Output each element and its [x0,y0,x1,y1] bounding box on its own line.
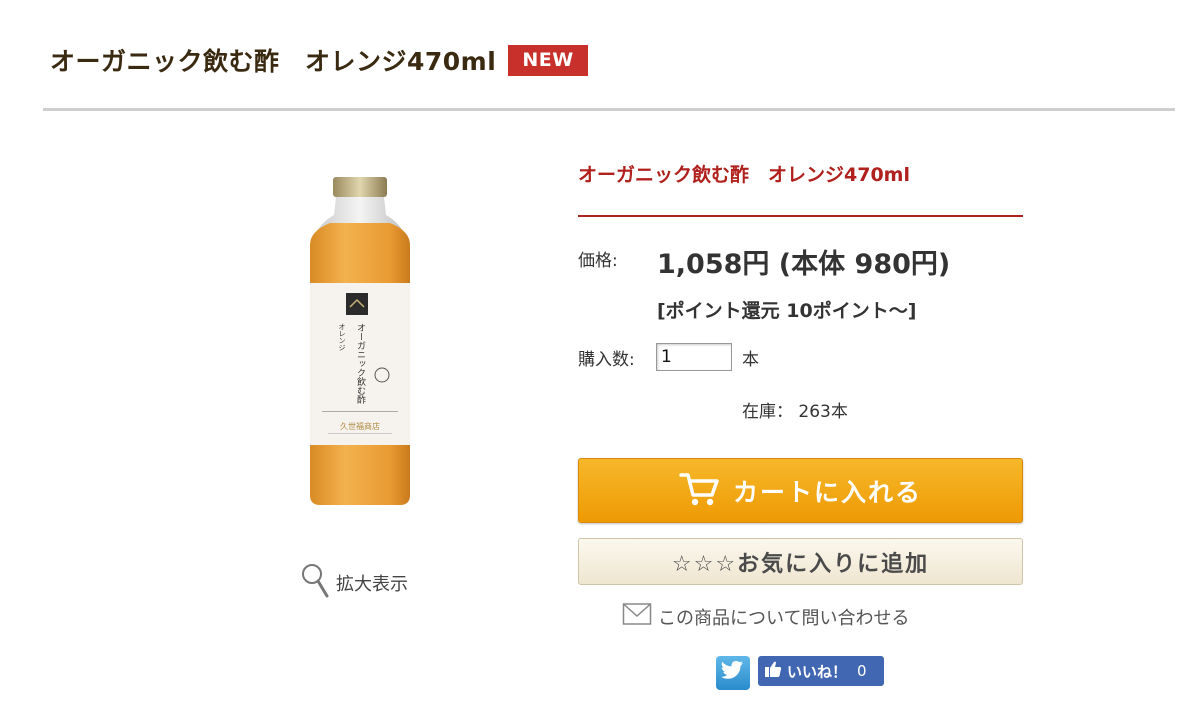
inquiry-link[interactable]: この商品について問い合わせる [622,602,909,631]
cart-icon [679,471,719,511]
thumbs-up-icon [764,660,782,682]
bottle-brand: 久世福商店 [340,421,380,431]
zoom-label: 拡大表示 [336,573,408,595]
zoom-link[interactable]: 拡大表示 [300,562,408,603]
bottle-vertical-flavor: オレンジ [338,323,346,351]
price-value: 1,058円 (本体 980円) [657,249,951,280]
new-badge: NEW [508,44,588,76]
add-to-cart-label: カートに入れる [732,477,922,507]
add-to-favorites-button[interactable]: ☆☆☆お気に入りに追加 [578,538,1023,585]
stock-label: 在庫： [742,402,793,422]
page-header: オーガニック飲む酢 オレンジ470ml NEW [50,40,588,80]
detail-divider [578,215,1023,217]
product-name: オーガニック飲む酢 オレンジ470ml [578,164,910,186]
stock-value: 263本 [798,402,848,422]
points-info: [ポイント還元 10ポイント～] [657,300,917,322]
product-image[interactable]: オーガニック飲む酢 オレンジ 久世福商店 [300,175,420,515]
stock-info: 在庫： 263本 [742,397,848,422]
mail-icon [622,602,652,631]
page-title: オーガニック飲む酢 オレンジ470ml [50,47,497,76]
facebook-like-button[interactable]: いいね！ 0 [758,656,884,686]
bottle-vertical-name: オーガニック飲む酢 [355,323,366,405]
twitter-icon [720,660,745,685]
facebook-like-count: 0 [857,662,867,680]
price-label: 価格: [578,251,618,271]
add-to-cart-button[interactable]: カートに入れる [578,458,1023,523]
twitter-share-button[interactable] [716,656,750,690]
quantity-unit: 本 [742,350,759,370]
facebook-like-label: いいね！ [787,662,848,681]
magnifier-icon [300,562,330,603]
quantity-input[interactable] [656,343,732,371]
quantity-label: 購入数: [578,350,635,370]
title-divider [43,108,1175,111]
inquiry-label: この商品について問い合わせる [658,607,910,629]
